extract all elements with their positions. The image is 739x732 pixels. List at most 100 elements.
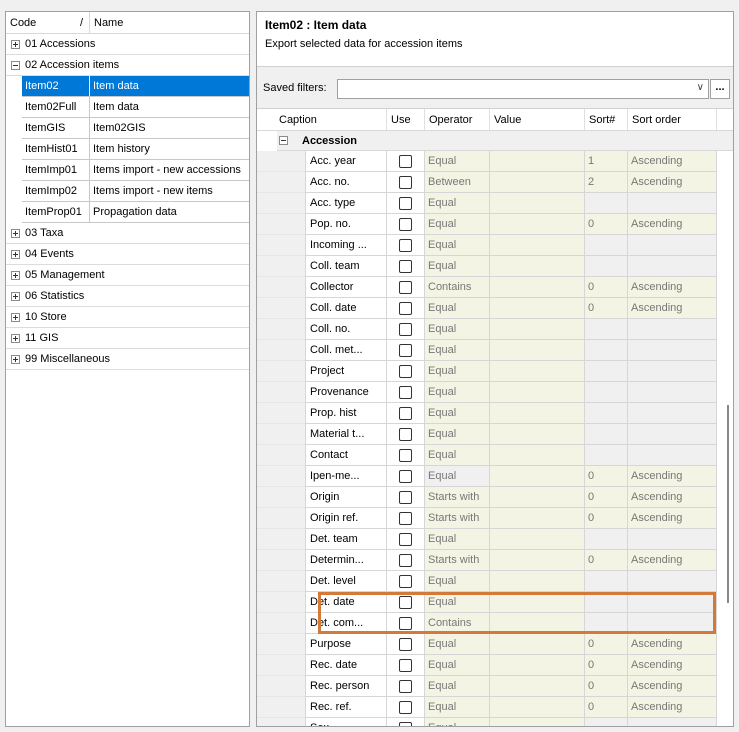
saved-filters-dropdown[interactable]: ∨ bbox=[337, 79, 709, 99]
cell-value[interactable] bbox=[490, 277, 585, 298]
expand-icon[interactable] bbox=[11, 249, 20, 259]
cell-sort-number[interactable]: 0 bbox=[585, 550, 628, 571]
expand-icon[interactable] bbox=[11, 270, 20, 280]
cell-use[interactable] bbox=[387, 676, 425, 697]
cell-sort-number[interactable] bbox=[585, 361, 628, 382]
cell-sort-number[interactable]: 0 bbox=[585, 634, 628, 655]
cell-value[interactable] bbox=[490, 214, 585, 235]
cell-operator[interactable]: Equal bbox=[425, 634, 490, 655]
use-checkbox[interactable] bbox=[399, 658, 412, 672]
cell-sort-order[interactable]: Ascending bbox=[628, 634, 717, 655]
cell-operator[interactable]: Equal bbox=[425, 718, 490, 726]
column-header-operator[interactable]: Operator bbox=[425, 109, 490, 130]
cell-operator[interactable]: Equal bbox=[425, 361, 490, 382]
cell-value[interactable] bbox=[490, 256, 585, 277]
tree-item-row[interactable]: ItemImp02 Items import - new items bbox=[22, 181, 249, 202]
cell-value[interactable] bbox=[490, 571, 585, 592]
use-checkbox[interactable] bbox=[399, 700, 412, 714]
column-header-value[interactable]: Value bbox=[490, 109, 585, 130]
cell-use[interactable] bbox=[387, 424, 425, 445]
cell-operator[interactable]: Between bbox=[425, 172, 490, 193]
cell-sort-number[interactable]: 1 bbox=[585, 151, 628, 172]
saved-filters-more-button[interactable]: ... bbox=[710, 79, 730, 99]
cell-sort-number[interactable] bbox=[585, 319, 628, 340]
column-header-name[interactable]: Name bbox=[90, 12, 249, 33]
tree-group[interactable]: 01 Accessions bbox=[6, 34, 249, 55]
use-checkbox[interactable] bbox=[399, 322, 412, 336]
cell-operator[interactable]: Equal bbox=[425, 319, 490, 340]
cell-use[interactable] bbox=[387, 718, 425, 726]
cell-operator[interactable]: Equal bbox=[425, 382, 490, 403]
cell-sort-order[interactable]: Ascending bbox=[628, 655, 717, 676]
column-header-sort-number[interactable]: Sort# bbox=[585, 109, 628, 130]
cell-value[interactable] bbox=[490, 613, 585, 634]
use-checkbox[interactable] bbox=[399, 196, 412, 210]
cell-sort-number[interactable]: 0 bbox=[585, 214, 628, 235]
cell-sort-number[interactable]: 0 bbox=[585, 655, 628, 676]
use-checkbox[interactable] bbox=[399, 280, 412, 294]
tree-group[interactable]: 03 Taxa bbox=[6, 223, 249, 244]
cell-value[interactable] bbox=[490, 466, 585, 487]
use-checkbox[interactable] bbox=[399, 406, 412, 420]
expand-icon[interactable] bbox=[11, 291, 20, 301]
use-checkbox[interactable] bbox=[399, 721, 412, 726]
cell-operator[interactable]: Starts with bbox=[425, 487, 490, 508]
cell-value[interactable] bbox=[490, 340, 585, 361]
cell-value[interactable] bbox=[490, 424, 585, 445]
cell-sort-order[interactable] bbox=[628, 613, 717, 634]
cell-sort-order[interactable] bbox=[628, 592, 717, 613]
use-checkbox[interactable] bbox=[399, 490, 412, 504]
cell-sort-order[interactable]: Ascending bbox=[628, 487, 717, 508]
cell-sort-number[interactable] bbox=[585, 424, 628, 445]
tree-item-row[interactable]: Item02Full Item data bbox=[22, 97, 249, 118]
cell-use[interactable] bbox=[387, 298, 425, 319]
cell-value[interactable] bbox=[490, 298, 585, 319]
cell-use[interactable] bbox=[387, 256, 425, 277]
cell-sort-number[interactable]: 0 bbox=[585, 466, 628, 487]
column-header-caption[interactable]: Caption bbox=[257, 109, 387, 130]
cell-sort-order[interactable] bbox=[628, 235, 717, 256]
cell-use[interactable] bbox=[387, 340, 425, 361]
tree-group[interactable]: 11 GIS bbox=[6, 328, 249, 349]
cell-use[interactable] bbox=[387, 361, 425, 382]
tree-item-row[interactable]: ItemProp01 Propagation data bbox=[22, 202, 249, 223]
cell-value[interactable] bbox=[490, 592, 585, 613]
column-header-code[interactable]: Code / bbox=[6, 12, 90, 33]
column-header-sort-order[interactable]: Sort order bbox=[628, 109, 717, 130]
use-checkbox[interactable] bbox=[399, 427, 412, 441]
cell-sort-number[interactable] bbox=[585, 529, 628, 550]
use-checkbox[interactable] bbox=[399, 637, 412, 651]
cell-operator[interactable]: Equal bbox=[425, 676, 490, 697]
cell-sort-order[interactable] bbox=[628, 529, 717, 550]
cell-value[interactable] bbox=[490, 151, 585, 172]
use-checkbox[interactable] bbox=[399, 238, 412, 252]
cell-use[interactable] bbox=[387, 697, 425, 718]
cell-operator[interactable]: Equal bbox=[425, 214, 490, 235]
use-checkbox[interactable] bbox=[399, 574, 412, 588]
tree-group[interactable]: 02 Accession items bbox=[6, 55, 249, 76]
cell-sort-order[interactable] bbox=[628, 571, 717, 592]
use-checkbox[interactable] bbox=[399, 553, 412, 567]
collapse-icon[interactable] bbox=[279, 136, 288, 145]
cell-sort-order[interactable]: Ascending bbox=[628, 298, 717, 319]
cell-use[interactable] bbox=[387, 193, 425, 214]
cell-sort-order[interactable] bbox=[628, 340, 717, 361]
tree-group[interactable]: 10 Store bbox=[6, 307, 249, 328]
cell-operator[interactable]: Equal bbox=[425, 340, 490, 361]
cell-use[interactable] bbox=[387, 151, 425, 172]
cell-use[interactable] bbox=[387, 235, 425, 256]
cell-use[interactable] bbox=[387, 319, 425, 340]
cell-sort-number[interactable] bbox=[585, 571, 628, 592]
cell-sort-order[interactable] bbox=[628, 256, 717, 277]
cell-value[interactable] bbox=[490, 655, 585, 676]
cell-value[interactable] bbox=[490, 403, 585, 424]
use-checkbox[interactable] bbox=[399, 448, 412, 462]
use-checkbox[interactable] bbox=[399, 217, 412, 231]
cell-value[interactable] bbox=[490, 382, 585, 403]
cell-sort-number[interactable] bbox=[585, 613, 628, 634]
cell-sort-order[interactable]: Ascending bbox=[628, 508, 717, 529]
use-checkbox[interactable] bbox=[399, 259, 412, 273]
cell-sort-order[interactable]: Ascending bbox=[628, 697, 717, 718]
cell-value[interactable] bbox=[490, 361, 585, 382]
cell-sort-number[interactable] bbox=[585, 718, 628, 726]
